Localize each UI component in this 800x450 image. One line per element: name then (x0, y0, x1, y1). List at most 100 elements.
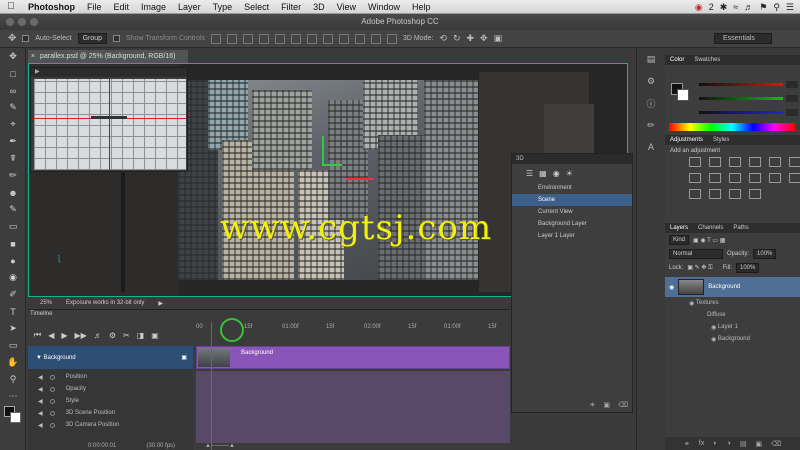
search-icon[interactable]: ⚲ (773, 2, 780, 13)
distribute-middle-icon[interactable] (323, 33, 334, 44)
wifi-icon[interactable]: ≈ (733, 2, 738, 12)
3d-row-scene[interactable]: Scene (512, 194, 632, 206)
gradient-tool-icon[interactable]: ■ (0, 235, 26, 252)
go-first-frame-icon[interactable]: ⏮ (34, 330, 41, 340)
property-row[interactable]: ◀ Style (28, 395, 193, 407)
3d-row-layer1-layer[interactable]: Layer 1 Layer (512, 230, 632, 242)
align-center-icon[interactable] (275, 33, 286, 44)
brush-panel-icon[interactable]: ✏ (637, 114, 665, 136)
apple-icon[interactable]:  (0, 1, 22, 12)
fill-field[interactable]: 100% (735, 263, 760, 273)
layer-background[interactable]: ◉ Background (665, 277, 800, 297)
play-icon[interactable]: ▶ (61, 331, 67, 340)
distribute-center-icon[interactable] (371, 33, 382, 44)
clip-background[interactable]: Background (196, 346, 510, 369)
visibility-eye-icon[interactable]: ◉ (711, 336, 716, 343)
menu-edit[interactable]: Edit (108, 2, 136, 12)
healing-tool-icon[interactable]: ☤ (0, 150, 26, 167)
roll-3d-icon[interactable]: ↻ (453, 33, 461, 44)
slide-3d-icon[interactable]: ✥ (480, 33, 488, 44)
3d-axis-widget[interactable] (322, 136, 342, 166)
green-slider[interactable] (699, 97, 783, 100)
pen-tool-icon[interactable]: ✐ (0, 286, 26, 303)
exposure-icon[interactable] (749, 157, 761, 167)
properties-icon[interactable]: ⚙ (637, 70, 665, 92)
eyedropper-tool-icon[interactable]: ✒ (0, 133, 26, 150)
sublayer-diffuse[interactable]: Diffuse (665, 309, 800, 321)
document-tab[interactable]: × parallex.psd @ 25% (Background, RGB/16… (28, 50, 188, 63)
gradient-map-icon[interactable] (749, 189, 761, 199)
stopwatch-icon[interactable] (49, 386, 55, 392)
align-left-icon[interactable] (259, 33, 270, 44)
visibility-eye-icon[interactable]: ◉ (689, 300, 694, 307)
list-icon[interactable]: ☰ (786, 2, 794, 13)
info-icon[interactable]: ⓘ (637, 92, 665, 114)
align-middle-icon[interactable] (227, 33, 238, 44)
lock-icons[interactable]: ▣ ✎ ✥ ⚿ (687, 264, 712, 272)
menu-help[interactable]: Help (406, 2, 437, 12)
stopwatch-icon[interactable] (49, 374, 55, 380)
color-spectrum[interactable] (669, 123, 795, 131)
menu-3d[interactable]: 3D (307, 2, 331, 12)
transition-icon[interactable]: ◨ (137, 331, 145, 340)
stopwatch-icon[interactable] (49, 398, 55, 404)
red-slider[interactable] (699, 83, 783, 86)
pan-3d-icon[interactable]: ✚ (466, 33, 474, 44)
mixer-icon[interactable] (749, 173, 761, 183)
menu-filter[interactable]: Filter (275, 2, 307, 12)
threshold-icon[interactable] (709, 189, 721, 199)
lookup-icon[interactable] (769, 173, 781, 183)
menu-view[interactable]: View (331, 2, 362, 12)
next-frame-icon[interactable]: ▶▶ (75, 331, 87, 340)
shape-tool-icon[interactable]: ▭ (0, 337, 26, 354)
minimize-window-button[interactable] (18, 18, 26, 26)
mask-icon[interactable]: ◐ (713, 440, 717, 447)
brightness-icon[interactable] (689, 157, 701, 167)
menu-select[interactable]: Select (238, 2, 275, 12)
track-background[interactable]: ▼ Background ▣ (28, 346, 193, 369)
lasso-tool-icon[interactable]: ∞ (0, 82, 26, 99)
property-row[interactable]: ◀ 3D Camera Position (28, 419, 193, 431)
orbit-3d-icon[interactable]: ⟲ (439, 33, 447, 44)
dodge-tool-icon[interactable]: ◉ (0, 269, 26, 286)
record-icon[interactable]: ◉ (695, 2, 703, 13)
character-icon[interactable]: A (637, 136, 665, 158)
bw-icon[interactable] (709, 173, 721, 183)
scene-filter-icon[interactable]: ☰ (526, 169, 533, 178)
visibility-eye-icon[interactable]: ◉ (669, 284, 674, 291)
status-menu-icon[interactable]: ▶ (158, 300, 163, 307)
invert-icon[interactable] (789, 173, 800, 183)
light-filter-icon[interactable]: ☀ (566, 169, 573, 178)
3d-camera-view[interactable]: ▶ (30, 67, 188, 172)
track-menu-icon[interactable]: ▣ (181, 354, 187, 361)
prev-frame-icon[interactable]: ◀ (48, 331, 54, 340)
timeline-tab[interactable]: Timeline (30, 311, 52, 317)
split-clip-icon[interactable]: ✂ (123, 331, 130, 340)
new-layer-icon[interactable]: ▣ (755, 440, 762, 448)
3d-row-background-layer[interactable]: Background Layer (512, 218, 632, 230)
menu-type[interactable]: Type (207, 2, 239, 12)
tab-layers[interactable]: Layers (670, 223, 688, 233)
playhead[interactable] (211, 322, 212, 450)
show-transform-checkbox[interactable] (113, 35, 121, 42)
3d-row-environment[interactable]: Environment (512, 182, 632, 194)
tab-swatches[interactable]: Swatches (694, 55, 720, 65)
expand-icon[interactable]: ▼ (36, 355, 42, 361)
stopwatch-icon[interactable] (49, 422, 55, 428)
menu-layer[interactable]: Layer (172, 2, 207, 12)
align-right-icon[interactable] (291, 33, 302, 44)
sublayer-layer1[interactable]: ◉ Layer 1 (665, 321, 800, 333)
posterize-icon[interactable] (689, 189, 701, 199)
distribute-left-icon[interactable] (355, 33, 366, 44)
history-brush-icon[interactable]: ✎ (0, 201, 26, 218)
crop-tool-icon[interactable]: ⌖ (0, 116, 26, 133)
close-tab-icon[interactable]: × (31, 50, 35, 63)
color-balance-icon[interactable] (689, 173, 701, 183)
group-icon[interactable]: ▤ (740, 440, 747, 448)
3d-light-icon[interactable]: ⎱ (55, 254, 63, 265)
vibrance-icon[interactable] (769, 157, 781, 167)
material-filter-icon[interactable]: ◉ (553, 169, 560, 178)
menu-window[interactable]: Window (362, 2, 406, 12)
settings-icon[interactable]: ⚙ (109, 331, 116, 340)
red-value-field[interactable] (786, 81, 798, 88)
